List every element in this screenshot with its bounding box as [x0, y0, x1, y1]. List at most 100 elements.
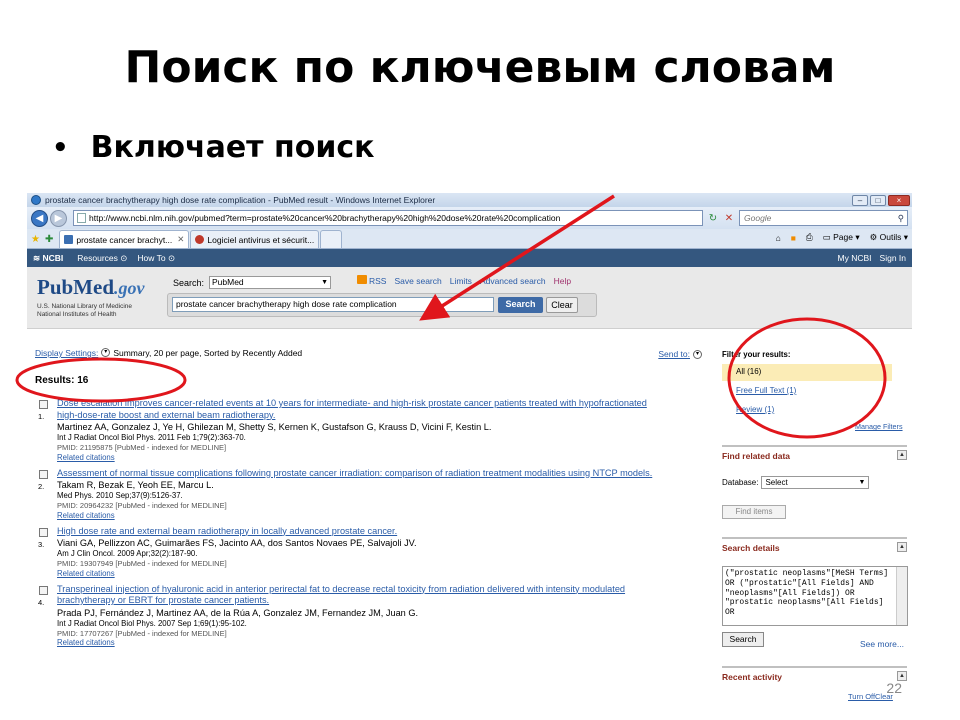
recent-activity-header: Recent activity ▲: [722, 666, 907, 682]
tab-label: Logiciel antivirus et sécurit...: [207, 234, 315, 245]
collapse-icon[interactable]: ▲: [897, 450, 907, 460]
find-items-button[interactable]: Find items: [722, 505, 786, 519]
address-bar[interactable]: http://www.ncbi.nlm.nih.gov/pubmed?term=…: [73, 210, 703, 226]
rss-feed-icon[interactable]: ■: [791, 233, 796, 243]
my-ncbi-link[interactable]: My NCBI: [838, 253, 872, 263]
tab-close-icon[interactable]: ✕: [177, 234, 184, 245]
print-icon[interactable]: ⎙: [806, 232, 813, 243]
filter-all[interactable]: All (16): [722, 364, 892, 381]
result-checkbox[interactable]: [39, 469, 48, 479]
search-button[interactable]: Search: [498, 297, 543, 313]
filter-review[interactable]: Review (1): [736, 405, 774, 414]
close-button[interactable]: ×: [888, 194, 910, 206]
result-title-line: High dose rate and external beam radioth…: [57, 525, 398, 536]
chevron-down-icon: ▼: [858, 479, 866, 486]
result-item: 3. High dose rate and external beam radi…: [35, 526, 715, 579]
display-settings-bar: Display Settings: ▾ Summary, 20 per page…: [35, 348, 705, 360]
search-panel: Search: PubMed ▼ RSS Save search Limits …: [167, 273, 597, 317]
related-citations-link[interactable]: Related citations: [57, 511, 715, 521]
pubmed-logo-gov: .gov: [114, 278, 145, 298]
page-menu[interactable]: ▭ Page ▾: [823, 232, 860, 243]
result-item: 2. Assessment of normal tissue complicat…: [35, 468, 715, 521]
rss-link[interactable]: RSS: [357, 275, 386, 286]
send-to-link[interactable]: Send to:: [658, 349, 690, 359]
save-search-link[interactable]: Save search: [394, 276, 441, 286]
collapse-icon[interactable]: ▲: [897, 542, 907, 552]
result-number: 1.: [38, 412, 45, 421]
pubmed-subtitle: U.S. National Library of Medicine Nation…: [37, 303, 132, 319]
display-settings-value: Summary, 20 per page, Sorted by Recently…: [113, 348, 303, 358]
see-more-link[interactable]: See more...: [860, 639, 904, 649]
result-title-link[interactable]: High dose rate and external beam radioth…: [57, 526, 715, 538]
result-title-line: high-dose-rate boost and external beam r…: [57, 409, 276, 420]
result-title-link[interactable]: Dose escalation improves cancer-related …: [57, 398, 715, 421]
add-favorites-icon[interactable]: ✚: [45, 234, 53, 245]
result-checkbox[interactable]: [39, 585, 48, 595]
back-icon[interactable]: ◀: [31, 209, 48, 227]
advanced-search-link[interactable]: Advanced search: [480, 276, 546, 286]
rss-label: RSS: [369, 276, 387, 286]
result-authors: Martinez AA, Gonzalez J, Ye H, Ghilezan …: [57, 422, 492, 432]
tab-pubmed[interactable]: prostate cancer brachyt... ✕: [59, 230, 190, 248]
forward-icon[interactable]: ▶: [50, 209, 67, 227]
howto-label: How To: [137, 252, 166, 263]
chevron-down-icon[interactable]: ▾: [101, 348, 111, 357]
slide-title: Поиск по ключевым словам: [124, 42, 836, 93]
help-link[interactable]: Help: [554, 276, 571, 286]
database-select[interactable]: PubMed ▼: [209, 276, 331, 289]
favorites-star-icon[interactable]: ★: [31, 234, 40, 245]
search-label: Search:: [173, 278, 205, 288]
howto-menu[interactable]: How To ⊙: [137, 253, 175, 264]
tab-antivirus[interactable]: Logiciel antivirus et sécurit...: [190, 230, 320, 248]
result-journal: Am J Clin Oncol. 2009 Apr;32(2):187-90.: [57, 549, 198, 558]
filter-free-full-text[interactable]: Free Full Text (1): [736, 386, 796, 395]
clear-button[interactable]: Clear: [546, 297, 578, 313]
result-checkbox[interactable]: [39, 400, 48, 409]
tools-menu-label: Outils: [879, 232, 902, 242]
result-number: 3.: [38, 539, 45, 549]
details-search-button[interactable]: Search: [722, 632, 764, 647]
tab-row: ★ ✚ prostate cancer brachyt... ✕ Logicie…: [27, 229, 912, 249]
tab-label: prostate cancer brachyt...: [76, 234, 173, 245]
result-title-link[interactable]: Assessment of normal tissue complication…: [57, 468, 715, 480]
sign-in-link[interactable]: Sign In: [880, 253, 906, 263]
related-database-select[interactable]: Select ▼: [761, 476, 870, 489]
search-details-title: Search details: [722, 543, 780, 553]
result-title-line: Dose escalation improves cancer-related …: [57, 398, 647, 408]
bullet-item: • Включает поиск: [52, 130, 375, 165]
result-title-link[interactable]: Transperineal injection of hyaluronic ac…: [57, 584, 715, 607]
find-related-title: Find related data: [722, 451, 791, 461]
maximize-button[interactable]: □: [870, 194, 886, 206]
result-number: 2.: [38, 481, 45, 491]
limits-link[interactable]: Limits: [450, 276, 472, 286]
turn-off-link[interactable]: Turn Off: [848, 692, 875, 701]
result-checkbox[interactable]: [39, 527, 48, 537]
result-authors: Takam R, Bezak E, Yeoh EE, Marcu L.: [57, 480, 214, 490]
tools-menu[interactable]: ⚙ Outils ▾: [870, 232, 908, 243]
new-tab[interactable]: [320, 230, 343, 248]
result-authors: Prada PJ, Fernández J, Martinez AA, de l…: [57, 607, 419, 618]
results-count: Results: 16: [35, 375, 89, 386]
result-pmid: PMID: 19307949 [PubMed - indexed for MED…: [57, 559, 227, 568]
browser-search-input[interactable]: Google ⚲: [739, 210, 908, 226]
resources-menu[interactable]: Resources ⊙: [77, 253, 127, 264]
result-item: 4. Transperineal injection of hyaluronic…: [35, 584, 715, 649]
refresh-icon[interactable]: ↻: [707, 213, 719, 224]
ncbi-logo[interactable]: ≋ NCBI: [33, 253, 63, 264]
home-icon[interactable]: ⌂: [776, 233, 781, 243]
stop-icon[interactable]: ✕: [723, 213, 735, 224]
scrollbar[interactable]: [896, 567, 907, 625]
related-citations-link[interactable]: Related citations: [57, 569, 715, 579]
manage-filters-link[interactable]: Manage Filters: [855, 422, 903, 431]
search-icon[interactable]: ⚲: [898, 213, 904, 224]
related-citations-link[interactable]: Related citations: [57, 453, 715, 463]
display-settings-link[interactable]: Display Settings:: [35, 348, 98, 360]
pubmed-logo[interactable]: PubMed.gov: [37, 275, 145, 300]
nlm-label: U.S. National Library of Medicine: [37, 303, 133, 310]
search-details-textarea[interactable]: ("prostatic neoplasms"[MeSH Terms] OR ("…: [722, 566, 908, 626]
ncbi-bar: ≋ NCBI Resources ⊙ How To ⊙ My NCBI Sign…: [27, 249, 912, 267]
minimize-button[interactable]: –: [852, 194, 868, 206]
chevron-down-icon[interactable]: ▾: [693, 349, 702, 359]
query-input[interactable]: prostate cancer brachytherapy high dose …: [172, 297, 494, 312]
related-citations-link[interactable]: Related citations: [57, 638, 715, 648]
